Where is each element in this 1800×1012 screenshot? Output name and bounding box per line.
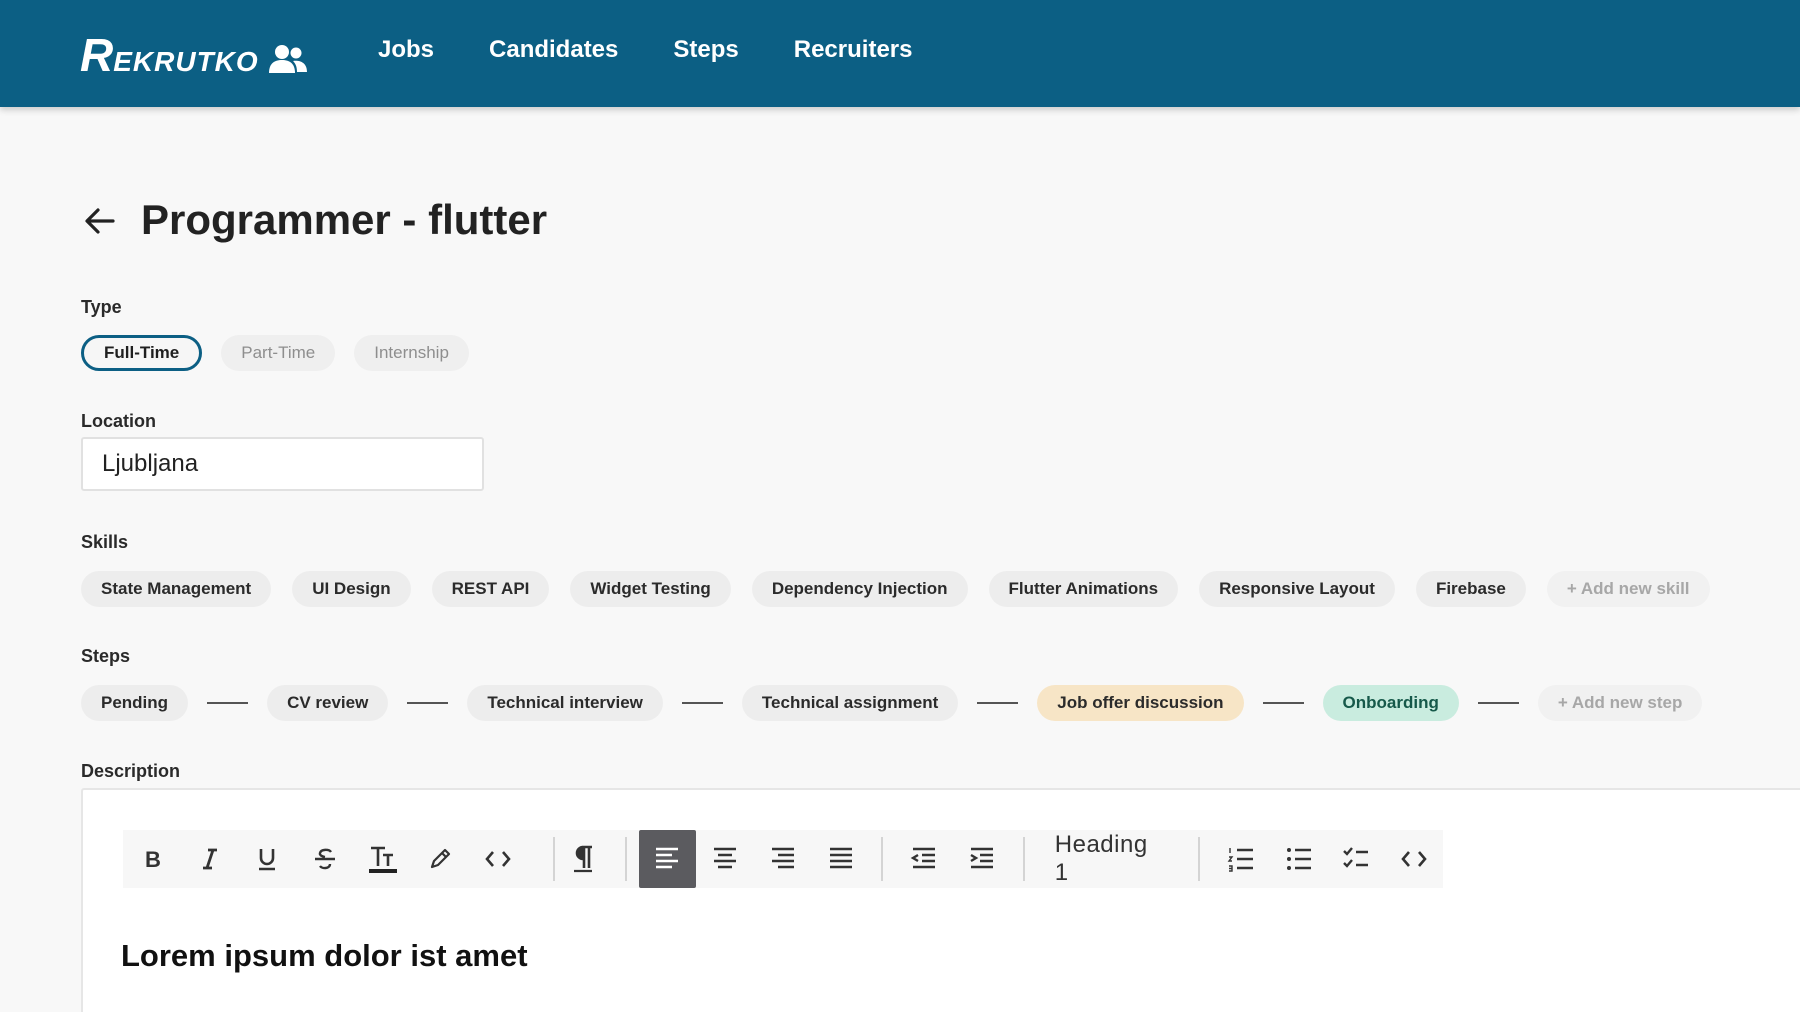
ordered-list-icon[interactable] [1212, 830, 1270, 888]
task-list-icon[interactable] [1328, 830, 1386, 888]
skill-chip[interactable]: Dependency Injection [751, 571, 968, 607]
logo-text: EKRUTKO [113, 46, 259, 77]
back-arrow-icon[interactable] [82, 203, 118, 239]
step-connector [681, 702, 723, 704]
skill-chip[interactable]: State Management [81, 571, 272, 607]
italic-icon[interactable] [181, 830, 239, 888]
underline-icon[interactable] [238, 830, 296, 888]
location-input[interactable] [81, 437, 484, 491]
add-step-button[interactable]: + Add new step [1537, 685, 1703, 721]
bold-icon[interactable]: B [123, 830, 181, 888]
step-chip-onboarding[interactable]: Onboarding [1322, 685, 1459, 721]
skill-chip[interactable]: Flutter Animations [988, 571, 1179, 607]
main-nav: Jobs Candidates Steps Recruiters [378, 36, 912, 64]
align-center-icon[interactable] [696, 830, 754, 888]
step-chip-cv-review[interactable]: CV review [267, 685, 389, 721]
nav-recruiters[interactable]: Recruiters [794, 36, 913, 64]
toolbar-divider [1022, 837, 1025, 881]
outdent-icon[interactable] [895, 830, 953, 888]
skills-list: State Management UI Design REST API Widg… [81, 571, 1731, 607]
type-internship[interactable]: Internship [354, 335, 469, 371]
rich-text-editor[interactable]: B Heading 1 Lorem ipsum dolor ist amet [81, 788, 1800, 1012]
type-full-time[interactable]: Full-Time [81, 335, 203, 371]
logo-initial: R [80, 29, 114, 81]
bullet-list-icon[interactable] [1270, 830, 1328, 888]
toolbar-divider [881, 837, 884, 881]
skill-chip[interactable]: Responsive Layout [1199, 571, 1395, 607]
inline-code-icon[interactable] [469, 830, 527, 888]
highlight-pen-icon[interactable] [412, 830, 470, 888]
steps-label: Steps [81, 646, 131, 666]
step-connector [207, 702, 249, 704]
step-connector [1262, 702, 1304, 704]
skills-label: Skills [81, 532, 129, 552]
nav-steps[interactable]: Steps [673, 36, 738, 64]
step-connector [1477, 702, 1519, 704]
description-label: Description [81, 761, 181, 781]
type-options: Full-Time Part-Time Internship [81, 335, 488, 371]
location-label: Location [81, 411, 156, 431]
code-block-icon[interactable] [1385, 830, 1443, 888]
step-chip-technical-interview[interactable]: Technical interview [467, 685, 663, 721]
add-skill-button[interactable]: + Add new skill [1546, 571, 1710, 607]
app-logo[interactable]: R EKRUTKO [80, 30, 307, 78]
nav-jobs[interactable]: Jobs [378, 36, 434, 64]
nav-candidates[interactable]: Candidates [489, 36, 618, 64]
users-icon [268, 45, 307, 73]
editor-heading-text[interactable]: Lorem ipsum dolor ist amet [121, 938, 528, 974]
skill-chip[interactable]: UI Design [292, 571, 411, 607]
align-justify-icon[interactable] [812, 830, 870, 888]
step-chip-pending[interactable]: Pending [81, 685, 189, 721]
svg-text:B: B [145, 847, 161, 872]
align-right-icon[interactable] [754, 830, 812, 888]
align-left-icon[interactable] [638, 830, 697, 888]
toolbar-divider [1198, 837, 1201, 881]
step-chip-job-offer[interactable]: Job offer discussion [1037, 685, 1244, 721]
steps-pipeline: Pending CV review Technical interview Te… [81, 685, 1703, 721]
toolbar-divider [624, 837, 627, 881]
skill-chip[interactable]: REST API [431, 571, 550, 607]
text-size-icon[interactable] [354, 830, 412, 888]
step-connector [977, 702, 1019, 704]
step-connector [407, 702, 449, 704]
skill-chip[interactable]: Widget Testing [570, 571, 731, 607]
step-chip-technical-assignment[interactable]: Technical assignment [741, 685, 959, 721]
page-title: Programmer - flutter [141, 196, 548, 243]
editor-toolbar: B Heading 1 [123, 830, 1443, 888]
top-navbar: R EKRUTKO Jobs Candidates Steps Recruite… [0, 0, 1800, 107]
type-part-time[interactable]: Part-Time [221, 335, 336, 371]
type-label: Type [81, 297, 122, 317]
indent-icon[interactable] [953, 830, 1011, 888]
heading-select[interactable]: Heading 1 [1033, 831, 1190, 887]
skill-chip[interactable]: Firebase [1415, 571, 1526, 607]
paragraph-icon[interactable] [555, 830, 613, 888]
strikethrough-icon[interactable] [296, 830, 354, 888]
